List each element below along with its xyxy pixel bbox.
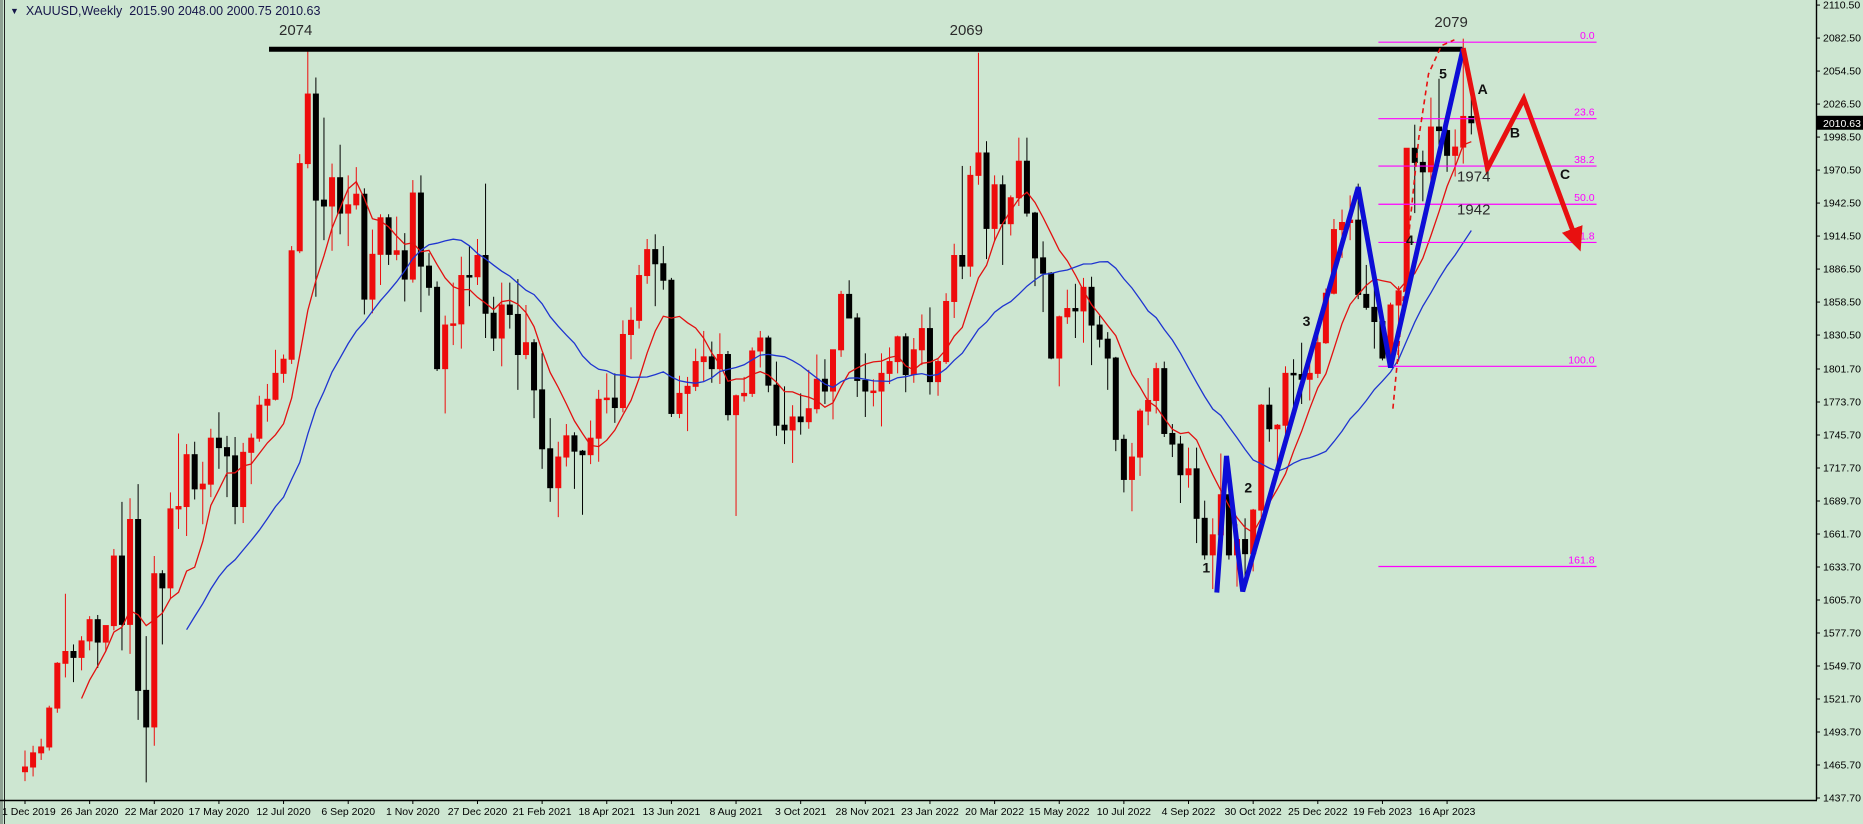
date-tick-label: 23 Jan 2022 <box>901 806 959 818</box>
candle <box>297 154 302 253</box>
date-tick-label: 18 Apr 2021 <box>578 806 635 818</box>
candlestick-chart[interactable]: 0.023.638.250.061.8100.0161.820742069207… <box>0 0 1863 824</box>
price-tick-label: 1717.70 <box>1823 463 1861 475</box>
candle <box>152 556 157 746</box>
price-tick-label: 1577.70 <box>1823 627 1861 639</box>
candle <box>1113 357 1118 451</box>
price-annotation[interactable]: 2074 <box>279 22 312 39</box>
date-tick-label: 17 May 2020 <box>189 806 250 818</box>
date-tick-label: 26 Jan 2020 <box>61 806 119 818</box>
date-tick-label: 13 Jun 2021 <box>642 806 700 818</box>
candle <box>725 351 730 421</box>
price-tick-label: 1661.70 <box>1823 529 1861 541</box>
price-tick-label: 1886.50 <box>1823 264 1861 276</box>
price-tick-label: 1830.50 <box>1823 330 1861 342</box>
date-tick-label: 6 Sep 2020 <box>321 806 375 818</box>
candle <box>47 706 52 751</box>
candle <box>944 293 949 364</box>
price-annotation[interactable]: 2069 <box>950 22 983 39</box>
fib-level-label: 100.0 <box>1568 354 1594 366</box>
candle <box>111 549 116 630</box>
price-tick-label: 1801.70 <box>1823 364 1861 376</box>
current-price-tag: 2010.63 <box>1817 116 1863 130</box>
candle <box>750 347 755 396</box>
date-tick-label: 27 Dec 2020 <box>448 806 508 818</box>
price-tick-label: 1633.70 <box>1823 562 1861 574</box>
fib-level-label: 38.2 <box>1574 154 1595 166</box>
price-tick-label: 1745.70 <box>1823 430 1861 442</box>
price-tick-label: 1521.70 <box>1823 693 1861 705</box>
date-tick-label: 3 Oct 2021 <box>775 806 827 818</box>
date-tick-label: 12 Jul 2020 <box>256 806 310 818</box>
date-tick-label: 19 Feb 2023 <box>1353 806 1412 818</box>
price-tick-label: 2026.50 <box>1823 99 1861 111</box>
candle <box>410 180 415 283</box>
price-tick-label: 1773.70 <box>1823 397 1861 409</box>
fib-level-label: 161.8 <box>1568 555 1594 567</box>
candle <box>839 291 844 357</box>
candle <box>669 278 674 417</box>
wave-label[interactable]: 5 <box>1439 66 1447 82</box>
candle <box>968 166 973 277</box>
plot-area[interactable] <box>8 0 1816 800</box>
mt4-chart-window: 0.023.638.250.061.8100.0161.820742069207… <box>0 0 1863 824</box>
symbol-timeframe-label: XAUUSD,Weekly <box>26 4 122 18</box>
date-tick-label: 25 Dec 2022 <box>1288 806 1348 818</box>
price-tick-label: 1998.50 <box>1823 132 1861 144</box>
price-tick-label: 1858.50 <box>1823 297 1861 309</box>
price-tick-label: 1914.50 <box>1823 231 1861 243</box>
wave-label[interactable]: 2 <box>1244 479 1252 495</box>
price-annotation[interactable]: 1974 <box>1457 168 1490 185</box>
collapse-chart-icon[interactable]: ▼ <box>10 6 19 16</box>
wave-label[interactable]: B <box>1510 125 1520 141</box>
price-tick-label: 1465.70 <box>1823 759 1861 771</box>
date-tick-label: 8 Aug 2021 <box>709 806 762 818</box>
chart-title-bar: ▼ XAUUSD,Weekly 2015.90 2048.00 2000.75 … <box>10 4 320 18</box>
candle <box>55 662 60 713</box>
candle <box>362 188 367 314</box>
date-tick-label: 21 Feb 2021 <box>513 806 572 818</box>
wave-label[interactable]: 4 <box>1406 232 1414 248</box>
wave-label[interactable]: 3 <box>1303 313 1311 329</box>
date-tick-label: 28 Nov 2021 <box>836 806 896 818</box>
price-tick-label: 1970.50 <box>1823 165 1861 177</box>
fib-level-label: 23.6 <box>1574 107 1595 119</box>
candle <box>766 336 771 393</box>
date-tick-label: 10 Jul 2022 <box>1097 806 1151 818</box>
price-tick-label: 1549.70 <box>1823 660 1861 672</box>
current-price-label: 2010.63 <box>1823 118 1861 130</box>
candle <box>136 484 141 720</box>
date-tick-label: 1 Nov 2020 <box>386 806 440 818</box>
price-tick-label: 2082.50 <box>1823 33 1861 45</box>
price-tick-label: 2110.50 <box>1823 0 1860 12</box>
fib-level-label: 50.0 <box>1574 192 1595 204</box>
candle <box>289 246 294 364</box>
date-tick-label: 4 Sep 2022 <box>1162 806 1216 818</box>
price-tick-label: 1689.70 <box>1823 496 1861 508</box>
wave-label[interactable]: A <box>1478 81 1488 97</box>
price-annotation[interactable]: 2079 <box>1434 14 1467 31</box>
date-tick-label: 1 Dec 2019 <box>2 806 56 818</box>
ohlc-readout: 2015.90 2048.00 2000.75 2010.63 <box>129 4 320 18</box>
candle <box>620 320 625 412</box>
price-tick-label: 1437.70 <box>1823 792 1861 804</box>
price-tick-label: 1493.70 <box>1823 726 1861 738</box>
candle <box>1162 362 1167 437</box>
date-tick-label: 16 Apr 2023 <box>1419 806 1476 818</box>
wave-label[interactable]: 1 <box>1202 560 1210 576</box>
date-tick-label: 20 Mar 2022 <box>965 806 1024 818</box>
price-tick-label: 1942.50 <box>1823 198 1861 210</box>
price-tick-label: 2054.50 <box>1823 66 1861 78</box>
candle <box>1049 272 1054 359</box>
wave-label[interactable]: C <box>1560 166 1570 182</box>
price-tick-label: 1605.70 <box>1823 595 1861 607</box>
date-tick-label: 22 Mar 2020 <box>125 806 184 818</box>
price-annotation[interactable]: 1942 <box>1457 201 1490 218</box>
date-tick-label: 30 Oct 2022 <box>1225 806 1282 818</box>
date-tick-label: 15 May 2022 <box>1029 806 1090 818</box>
fib-level-label: 0.0 <box>1580 30 1595 42</box>
candle <box>435 281 440 371</box>
